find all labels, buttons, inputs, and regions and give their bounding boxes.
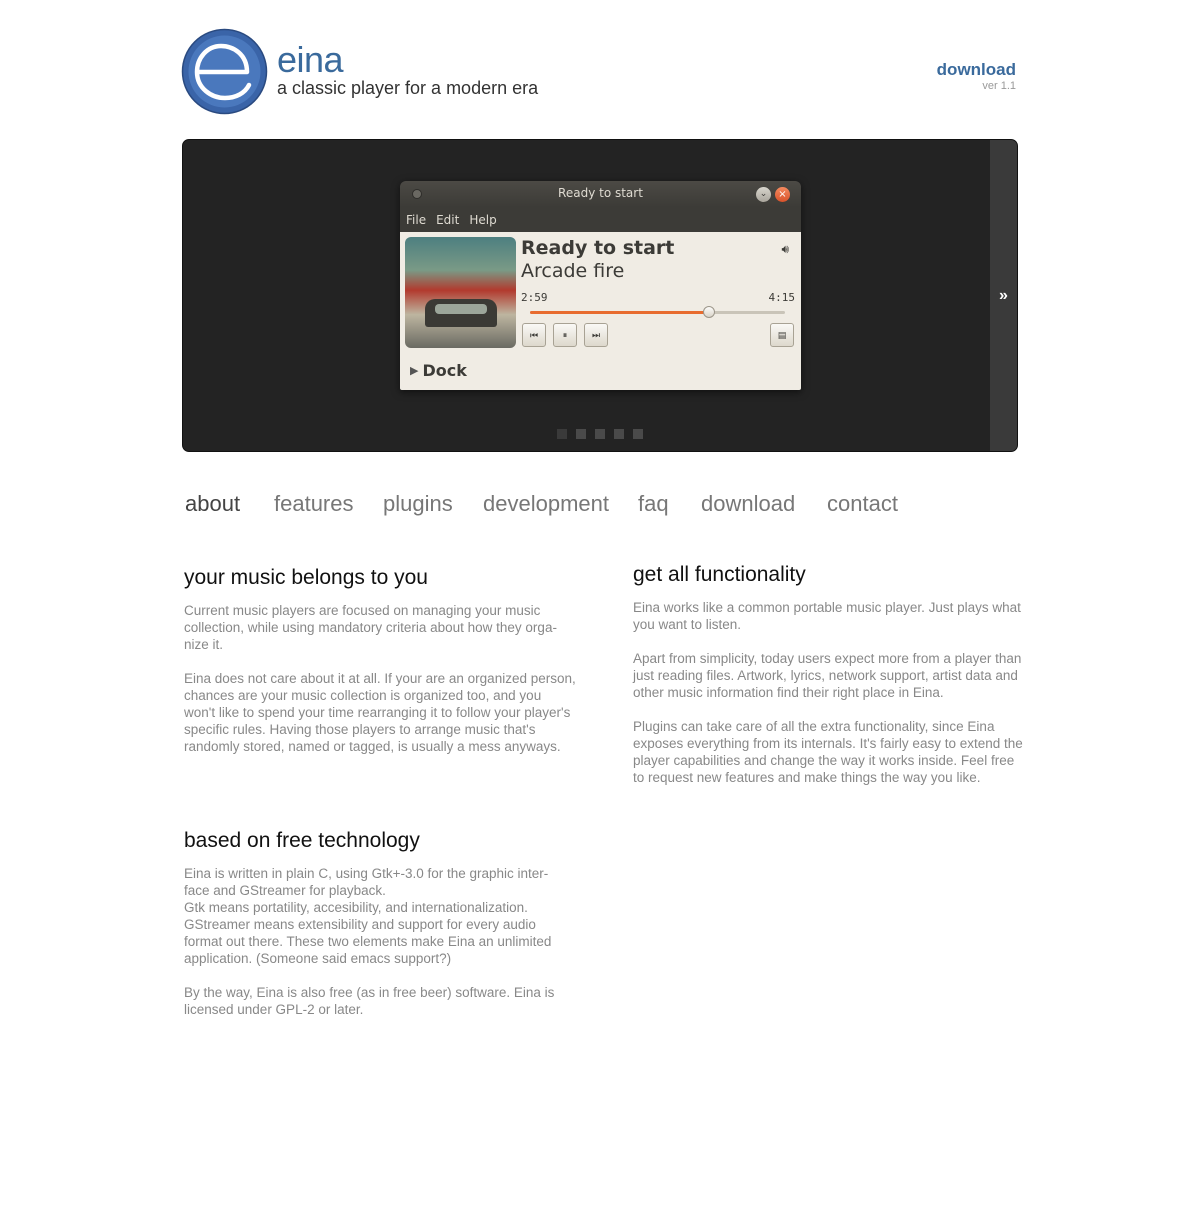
playlist-icon[interactable]: ▤ bbox=[770, 323, 794, 347]
section-func-p1: Eina works like a common portable music … bbox=[633, 600, 1021, 633]
section-func-p2: Apart from simplicity, today users expec… bbox=[633, 651, 1022, 701]
menu-edit[interactable]: Edit bbox=[436, 213, 459, 227]
seek-bar[interactable] bbox=[530, 306, 785, 318]
screenshot-showcase: Ready to start ⌄ × File Edit Help Ready … bbox=[182, 139, 1018, 452]
slide-dot[interactable] bbox=[595, 429, 605, 439]
player-body: Ready to start Arcade fire 🔊︎ 2:59 4:15 … bbox=[400, 232, 801, 390]
nav-contact[interactable]: contact bbox=[827, 491, 898, 517]
slide-dot[interactable] bbox=[633, 429, 643, 439]
slide-dots bbox=[557, 429, 643, 439]
window-titlebar: Ready to start ⌄ × bbox=[400, 181, 801, 207]
section-functionality: get all functionality Eina works like a … bbox=[633, 562, 1025, 803]
time-total: 4:15 bbox=[768, 291, 796, 304]
section-music: your music belongs to you Current music … bbox=[184, 565, 576, 772]
section-free: based on free technology Eina is written… bbox=[184, 828, 576, 1035]
minimize-icon[interactable]: ⌄ bbox=[756, 187, 771, 202]
section-free-p1: Eina is written in plain C, using Gtk+-3… bbox=[184, 866, 549, 899]
dock-expander[interactable]: ▶ Dock bbox=[410, 361, 467, 380]
nav-development[interactable]: development bbox=[483, 491, 609, 517]
brand-name: eina bbox=[277, 39, 344, 80]
album-cover bbox=[405, 237, 516, 348]
time-current: 2:59 bbox=[521, 291, 548, 304]
slide-dot[interactable] bbox=[557, 429, 567, 439]
section-free-p4: By the way, Eina is also free (as in fre… bbox=[184, 985, 555, 1018]
seek-progress bbox=[530, 311, 709, 314]
car-image bbox=[425, 299, 497, 327]
seek-knob[interactable] bbox=[702, 306, 715, 318]
nav-plugins[interactable]: plugins bbox=[383, 491, 453, 517]
version-label: ver 1.1 bbox=[982, 80, 1016, 92]
section-music-p2: Eina does not care about it at all. If y… bbox=[184, 671, 576, 755]
main-nav: about features plugins development faq d… bbox=[0, 491, 1200, 521]
nav-download[interactable]: download bbox=[701, 491, 795, 517]
section-free-p3: GStreamer means extensibility and suppor… bbox=[184, 917, 552, 967]
previous-icon[interactable]: ⏮︎ bbox=[522, 323, 546, 347]
slide-dot[interactable] bbox=[576, 429, 586, 439]
player-menubar: File Edit Help bbox=[400, 207, 801, 232]
menu-help[interactable]: Help bbox=[469, 213, 496, 227]
download-link[interactable]: download bbox=[937, 60, 1016, 80]
menu-file[interactable]: File bbox=[406, 213, 426, 227]
tagline: a classic player for a modern era bbox=[277, 78, 539, 98]
expander-arrow-icon: ▶ bbox=[410, 364, 419, 377]
volume-icon[interactable]: 🔊︎ bbox=[781, 242, 789, 257]
window-title: Ready to start bbox=[558, 186, 643, 200]
eina-logo bbox=[181, 28, 268, 115]
pause-icon[interactable]: ⏸︎ bbox=[553, 323, 577, 347]
section-music-p1: Current music players are focused on man… bbox=[184, 603, 557, 653]
next-icon[interactable]: ⏭︎ bbox=[584, 323, 608, 347]
section-music-title: your music belongs to you bbox=[184, 566, 428, 589]
song-artist: Arcade fire bbox=[521, 260, 625, 282]
player-window: Ready to start ⌄ × File Edit Help Ready … bbox=[400, 181, 801, 390]
section-func-title: get all functionality bbox=[633, 563, 806, 586]
next-slide-button[interactable]: » bbox=[990, 140, 1017, 451]
section-func-p3: Plugins can take care of all the extra f… bbox=[633, 719, 1023, 786]
slide-dot[interactable] bbox=[614, 429, 624, 439]
song-title: Ready to start bbox=[521, 237, 675, 259]
section-free-title: based on free technology bbox=[184, 829, 420, 852]
nav-faq[interactable]: faq bbox=[638, 491, 669, 517]
dock-label: Dock bbox=[422, 361, 467, 380]
section-free-p2: Gtk means portatility, accesibility, and… bbox=[184, 900, 528, 916]
nav-features[interactable]: features bbox=[274, 491, 354, 517]
close-icon[interactable]: × bbox=[775, 187, 790, 202]
nav-about[interactable]: about bbox=[185, 491, 240, 517]
